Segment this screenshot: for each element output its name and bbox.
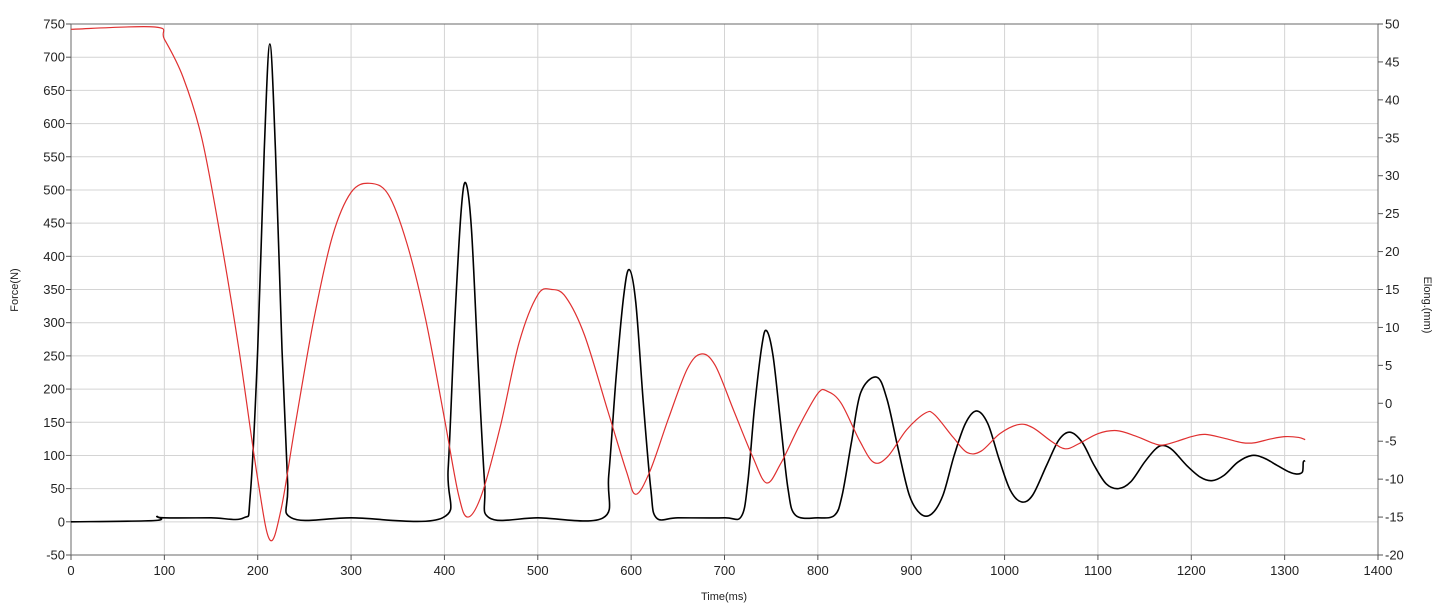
right-tick-label: -20 — [1385, 548, 1404, 563]
series-line-force — [70, 43, 1306, 523]
right-tick-label: 15 — [1385, 282, 1399, 297]
left-tick-label: 600 — [43, 116, 65, 131]
x-tick-label: 1200 — [1177, 563, 1206, 578]
left-tick-label: 300 — [43, 315, 65, 330]
chart-canvas: 0 100 200 300 400 500 600 700 800 900 1000 1100 1200… — [9, 17, 1433, 604]
left-tick-label: 400 — [43, 249, 65, 264]
x-tick-label: 400 — [434, 563, 456, 578]
left-tick-label: 350 — [43, 282, 65, 297]
right-tick-label: 45 — [1385, 54, 1399, 69]
x-tick-label: 300 — [340, 563, 362, 578]
right-axis-title: Elong.(mm) — [1421, 277, 1433, 334]
right-tick-label: 35 — [1385, 130, 1399, 145]
x-tick-label: 100 — [154, 563, 176, 578]
left-tick-label: 100 — [43, 448, 65, 463]
x-tick-label: 600 — [620, 563, 642, 578]
left-tick-label: 700 — [43, 50, 65, 65]
left-tick-label: 200 — [43, 382, 65, 397]
x-tick-label: 1000 — [990, 563, 1019, 578]
left-tick-label: 500 — [43, 182, 65, 197]
right-tick-label: 50 — [1385, 17, 1399, 32]
x-axis-title: Time(ms) — [701, 591, 747, 603]
right-tick-label: 25 — [1385, 206, 1399, 221]
x-tick-label: 800 — [807, 563, 829, 578]
series-line-elongation — [70, 26, 1306, 542]
right-tick-label: 30 — [1385, 168, 1399, 183]
left-tick-label: 0 — [58, 514, 65, 529]
right-tick-label: 40 — [1385, 92, 1399, 107]
left-tick-label: -50 — [46, 548, 65, 563]
x-axis-ticks: 0 100 200 300 400 500 600 700 800 900 1000 1100 1200… — [67, 555, 1392, 578]
right-tick-label: 20 — [1385, 244, 1399, 259]
right-tick-label: -5 — [1385, 434, 1397, 449]
x-tick-label: 700 — [714, 563, 736, 578]
right-tick-label: 0 — [1385, 396, 1392, 411]
left-tick-label: 750 — [43, 17, 65, 32]
x-tick-label: 500 — [527, 563, 549, 578]
left-tick-label: 650 — [43, 83, 65, 98]
right-tick-label: -10 — [1385, 472, 1404, 487]
left-tick-label: 450 — [43, 216, 65, 231]
x-tick-label: 900 — [900, 563, 922, 578]
left-tick-label: 550 — [43, 149, 65, 164]
left-tick-label: 50 — [51, 481, 65, 496]
left-axis-ticks: -50 0 50 100 150 200 250 300 350 400 450 500 550 600 6… — [43, 17, 71, 563]
left-axis-title: Force(N) — [9, 268, 21, 311]
right-tick-label: -15 — [1385, 510, 1404, 525]
right-tick-label: 5 — [1385, 358, 1392, 373]
right-tick-label: 10 — [1385, 320, 1399, 335]
right-axis-ticks: -20 -15 -10 -5 0 5 10 15 20 25 30 35 40 45 50 — [1378, 17, 1404, 563]
x-tick-label: 1300 — [1270, 563, 1299, 578]
x-tick-label: 1100 — [1084, 563, 1112, 578]
grid-lines — [70, 23, 1379, 556]
x-tick-label: 0 — [67, 563, 74, 578]
left-tick-label: 150 — [43, 415, 65, 430]
left-tick-label: 250 — [43, 348, 65, 363]
x-tick-label: 200 — [247, 563, 269, 578]
x-tick-label: 1400 — [1364, 563, 1393, 578]
series-layer — [70, 26, 1306, 542]
